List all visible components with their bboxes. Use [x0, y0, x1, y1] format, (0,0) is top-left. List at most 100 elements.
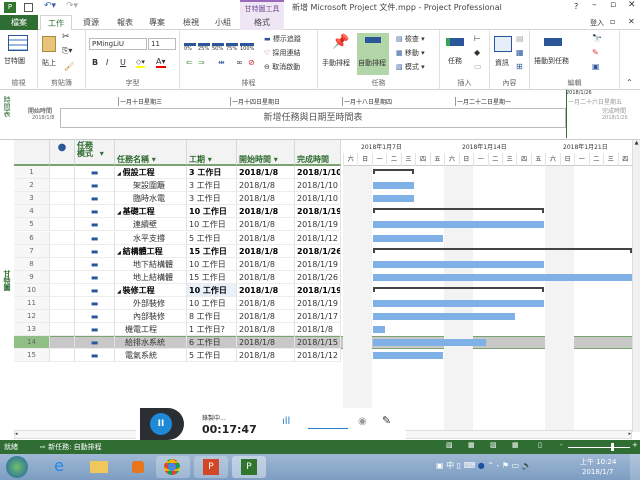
column-header-duration[interactable]: 工期 ▾: [187, 140, 237, 166]
task-mode-cell[interactable]: ▬: [75, 323, 115, 337]
italic-button[interactable]: I: [106, 58, 108, 67]
close-button[interactable]: ✕: [628, 0, 636, 10]
help-button[interactable]: ?: [574, 2, 578, 11]
scroll-to-task-button[interactable]: 捲動到任務: [534, 56, 569, 66]
taskbar-ie-icon[interactable]: e: [42, 456, 76, 478]
volume-icon[interactable]: 🔈: [519, 461, 532, 470]
duration-cell[interactable]: 10 工作日: [187, 205, 237, 219]
mode-button[interactable]: ▧ 模式 ▾: [396, 62, 425, 72]
task-mode-cell[interactable]: ▬: [75, 257, 115, 271]
cut-icon[interactable]: ✂: [62, 32, 70, 42]
taskbar-explorer-icon[interactable]: [82, 456, 116, 478]
move-button[interactable]: ▦ 移動 ▾: [396, 48, 425, 58]
row-number[interactable]: 6: [14, 231, 50, 245]
start-cell[interactable]: 2018/1/8: [237, 166, 295, 179]
indicators-cell[interactable]: [50, 218, 75, 232]
task-bar[interactable]: [372, 352, 444, 360]
indicators-cell[interactable]: [50, 336, 75, 350]
tab-team[interactable]: 小組: [208, 15, 238, 30]
duration-cell[interactable]: 10 工作日: [187, 297, 237, 310]
task-name-cell[interactable]: 機電工程: [115, 323, 187, 337]
start-button[interactable]: [6, 456, 28, 478]
column-header-task-name[interactable]: 任務名稱 ▾: [115, 140, 187, 166]
outdent-icon[interactable]: ⇐: [186, 58, 193, 67]
row-number[interactable]: 1: [14, 166, 50, 179]
action-center-icon[interactable]: ⚑: [502, 461, 509, 470]
task-mode-cell[interactable]: ▬: [75, 310, 115, 324]
duration-cell[interactable]: 10 工作日: [187, 257, 237, 271]
minimize-button[interactable]: –: [592, 0, 597, 10]
clock-date[interactable]: 2018/1/7: [582, 468, 613, 476]
finish-cell[interactable]: 2018/1/8: [295, 323, 341, 337]
indicators-cell[interactable]: [50, 257, 75, 271]
signin-link[interactable]: 登入: [590, 18, 604, 28]
finish-cell[interactable]: 2018/1/26: [295, 270, 341, 284]
finish-cell[interactable]: 2018/1/26: [295, 244, 341, 258]
task-mode-cell[interactable]: ▬: [75, 297, 115, 310]
auto-schedule-button[interactable]: 自動排程: [357, 33, 389, 75]
row-number[interactable]: 8: [14, 257, 50, 271]
task-name-cell[interactable]: 電氣系統: [115, 349, 187, 363]
column-header-task-mode[interactable]: 任務模式 ▾: [75, 140, 115, 166]
format-painter-icon[interactable]: 🖌: [64, 62, 74, 71]
task-mode-cell[interactable]: ▬: [75, 166, 115, 179]
taskbar-project-icon[interactable]: P: [232, 456, 266, 478]
row-number[interactable]: 4: [14, 205, 50, 219]
row-number[interactable]: 3: [14, 192, 50, 206]
insert-task-button[interactable]: 任務: [448, 56, 462, 66]
indicators-cell[interactable]: [50, 270, 75, 284]
percent-100-button[interactable]: 100%: [240, 43, 254, 52]
show-desktop-button[interactable]: [630, 454, 640, 480]
split-task-icon[interactable]: ⇹: [218, 58, 225, 67]
start-cell[interactable]: 2018/1/8: [237, 244, 295, 258]
help-tray-icon[interactable]: ●: [478, 461, 485, 470]
tab-format[interactable]: 格式: [240, 15, 284, 30]
task-mode-cell[interactable]: ▬: [75, 283, 115, 297]
start-cell[interactable]: 2018/1/8: [237, 297, 295, 310]
volume-slider[interactable]: [308, 428, 348, 429]
finish-cell[interactable]: 2018/1/15: [295, 336, 341, 350]
clock-time[interactable]: 上午 10:24: [580, 457, 616, 467]
start-cell[interactable]: 2018/1/8: [237, 179, 295, 193]
column-header-indicators[interactable]: ●: [50, 140, 75, 166]
start-cell[interactable]: 2018/1/8: [237, 257, 295, 271]
fill-icon[interactable]: ▣: [592, 62, 600, 71]
task-name-cell[interactable]: ◢ 假設工程: [115, 166, 187, 179]
font-size-select[interactable]: 11: [148, 38, 176, 50]
indicators-cell[interactable]: [50, 179, 75, 193]
task-name-cell[interactable]: 臨時水電: [115, 192, 187, 206]
row-number[interactable]: 11: [14, 297, 50, 310]
ime-icon[interactable]: ▣: [436, 461, 446, 470]
redo-icon[interactable]: ↷▾: [66, 1, 78, 11]
row-number[interactable]: 13: [14, 323, 50, 337]
duration-cell[interactable]: 8 工作日: [187, 310, 237, 324]
font-color-icon[interactable]: A▾: [156, 57, 166, 68]
start-cell[interactable]: 2018/1/8: [237, 192, 295, 206]
copy-icon[interactable]: ⎘▾: [62, 46, 72, 56]
duration-cell[interactable]: 3 工作日: [187, 179, 237, 193]
tab-project[interactable]: 專案: [142, 15, 172, 30]
task-mode-cell[interactable]: ▬: [75, 218, 115, 232]
ribbon-restore-button[interactable]: ▫: [610, 17, 615, 26]
percent-25-button[interactable]: 25%: [198, 43, 210, 52]
finish-cell[interactable]: 2018/1/19: [295, 205, 341, 219]
task-bar[interactable]: [372, 300, 545, 307]
finish-cell[interactable]: 2018/1/12: [295, 231, 341, 245]
ribbon-close-button[interactable]: ✕: [628, 17, 635, 26]
indicators-cell[interactable]: [50, 297, 75, 310]
duration-cell[interactable]: 15 工作日: [187, 244, 237, 258]
tab-report[interactable]: 報表: [110, 15, 140, 30]
task-name-cell[interactable]: ◢ 裝修工程: [115, 283, 187, 297]
start-cell[interactable]: 2018/1/8: [237, 270, 295, 284]
task-bar[interactable]: [372, 234, 444, 242]
underline-button[interactable]: U: [120, 58, 126, 67]
task-name-cell[interactable]: 內部裝修: [115, 310, 187, 324]
duration-cell[interactable]: 5 工作日: [187, 231, 237, 245]
details-icon[interactable]: ▦: [516, 48, 524, 57]
summary-bar[interactable]: [372, 208, 545, 214]
row-number[interactable]: 5: [14, 218, 50, 232]
row-number[interactable]: 14: [14, 336, 50, 350]
finish-cell[interactable]: 2018/1/19: [295, 283, 341, 297]
summary-bar[interactable]: [372, 247, 632, 253]
deliverable-icon[interactable]: ▭: [474, 62, 482, 71]
